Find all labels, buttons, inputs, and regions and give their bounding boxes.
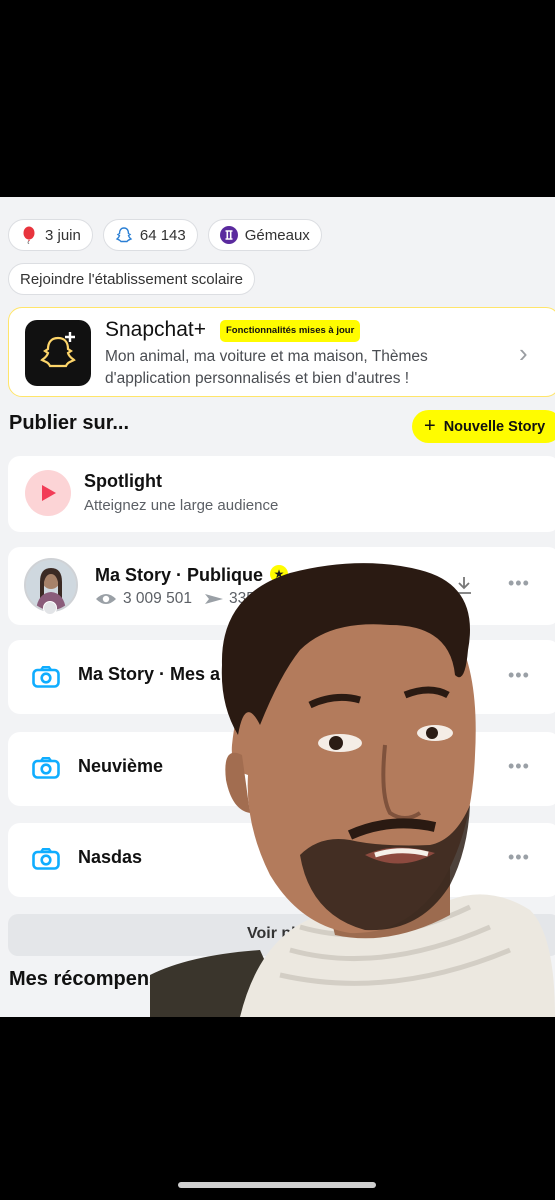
eye-icon [96,594,116,604]
spotlight-play-icon [25,470,71,516]
snap-score-label: 64 143 [139,226,186,244]
story-label: Nasdas [78,847,143,867]
camera-icon [32,848,60,870]
spotlight-row[interactable]: Spotlight Atteignez une large audience [8,456,555,532]
zodiac-label: Gémeaux [244,226,310,244]
spotlight-title: Spotlight [84,471,162,491]
snapchat-plus-logo-icon [25,320,91,386]
school-chip-row: Rejoindre l'établissement scolaire [8,263,255,295]
camera-icon [32,666,60,688]
plus-icon: + [424,415,436,437]
publish-section-title: Publier sur... [9,412,130,434]
chevron-right-icon: › [519,338,528,368]
profile-chips: 3 juin 64 143 Gémeaux [8,219,322,251]
join-school-chip[interactable]: Rejoindre l'établissement scolaire [8,263,255,295]
home-indicator[interactable] [178,1182,376,1188]
new-story-button[interactable]: + Nouvelle Story [412,410,555,443]
birthday-chip[interactable]: 3 juin [8,219,93,251]
updated-features-badge: Fonctionnalités mises à jour [220,320,361,342]
snapchat-plus-description: Mon animal, ma voiture et ma maison, Thè… [105,348,428,387]
snap-score-icon [115,227,133,243]
person-video-overlay [150,563,555,1017]
join-school-label: Rejoindre l'établissement scolaire [20,270,243,288]
snapchat-plus-title: Snapchat+ [105,318,207,341]
snapchat-plus-card[interactable]: Snapchat+ Fonctionnalités mises à jour M… [8,307,555,397]
snap-score-chip[interactable]: 64 143 [102,219,198,251]
spotlight-subtitle: Atteignez une large audience [84,497,279,514]
balloon-icon [23,226,35,244]
camera-icon [32,757,60,779]
public-badge-icon [43,601,57,615]
zodiac-chip[interactable]: Gémeaux [207,219,322,251]
birthday-label: 3 juin [45,226,81,244]
gemini-icon [219,226,238,244]
new-story-label: Nouvelle Story [443,418,546,435]
